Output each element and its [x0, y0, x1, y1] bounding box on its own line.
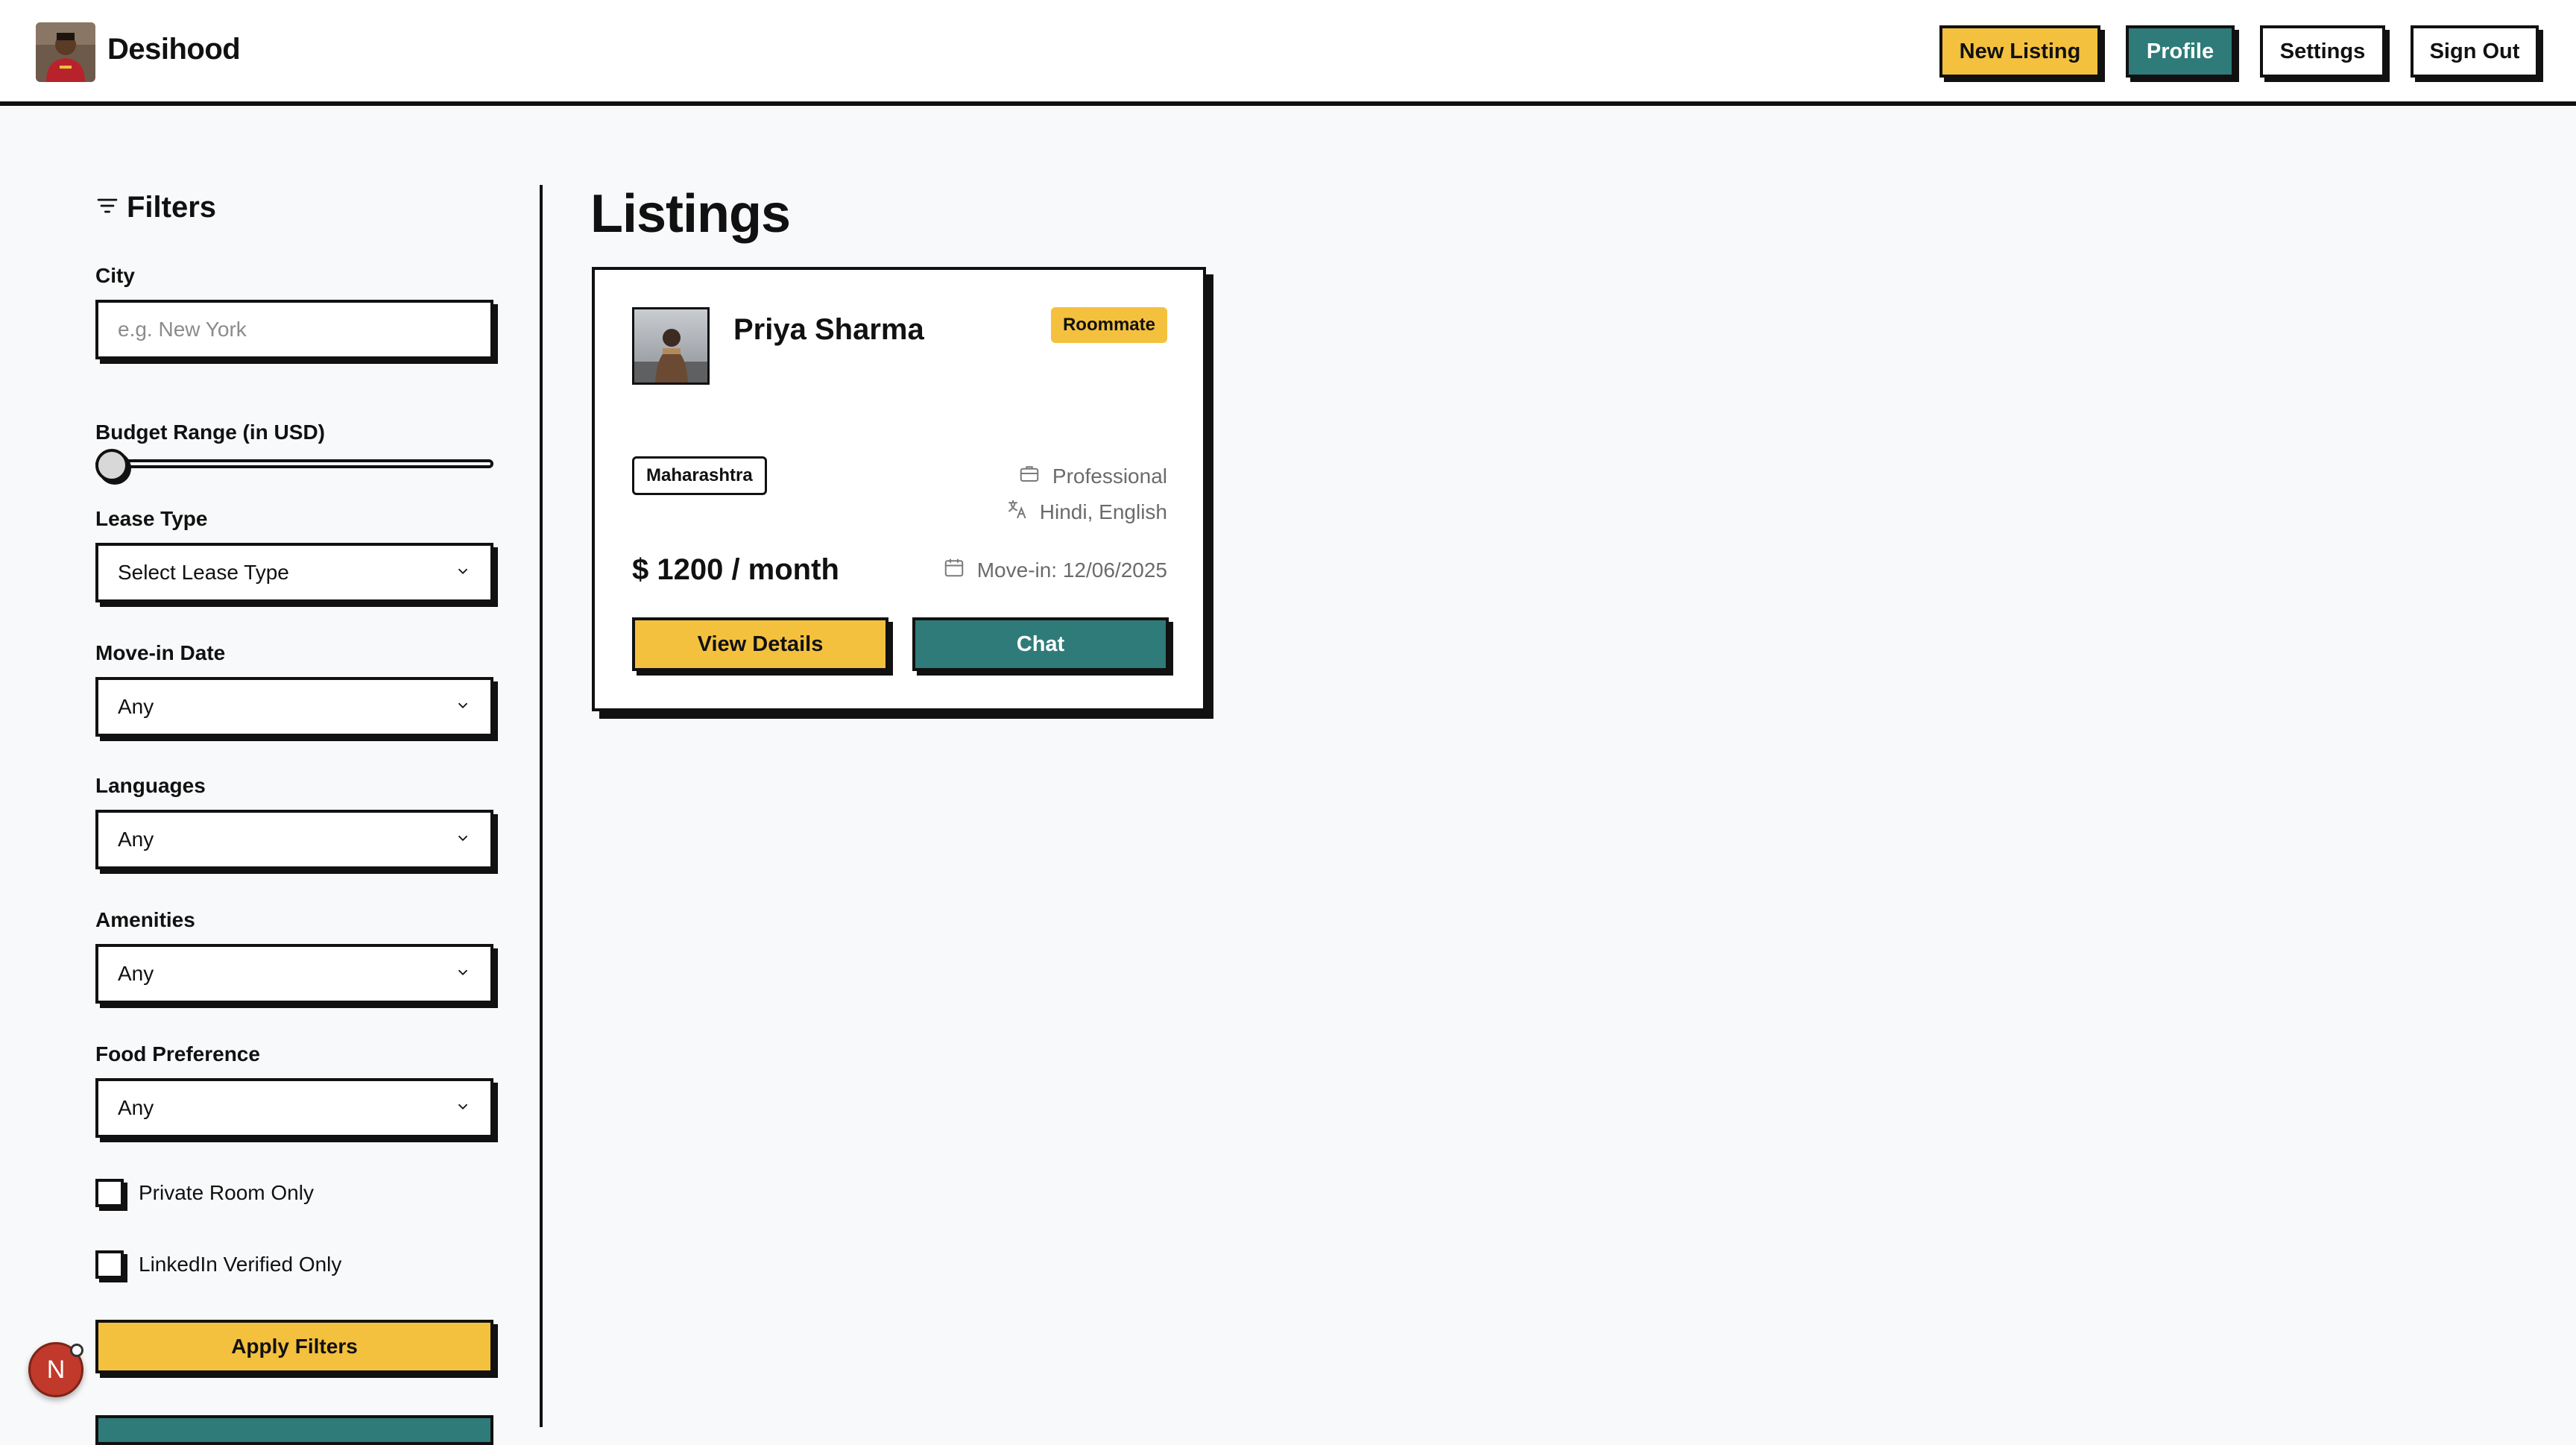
city-input[interactable]: e.g. New York — [95, 300, 493, 359]
languages-text: Hindi, English — [1039, 500, 1167, 523]
private-room-option[interactable]: Private Room Only — [95, 1177, 314, 1209]
city-label: City — [95, 264, 135, 287]
new-listing-button[interactable]: New Listing — [1939, 25, 2100, 78]
filter-icon — [95, 194, 119, 221]
food-label: Food Preference — [95, 1042, 260, 1065]
food-select[interactable]: Any — [95, 1078, 493, 1138]
move-in-select[interactable]: Any — [95, 677, 493, 737]
linkedin-option[interactable]: LinkedIn Verified Only — [95, 1248, 341, 1281]
user-avatar[interactable] — [36, 22, 95, 82]
region-tag: Maharashtra — [632, 456, 767, 495]
calendar-icon — [943, 556, 965, 584]
brand-name[interactable]: Desihood — [107, 33, 241, 66]
briefcase-icon — [1018, 462, 1041, 490]
move-in-label: Move-in Date — [95, 641, 226, 664]
page-title: Listings — [590, 184, 791, 244]
listing-type-badge: Roommate — [1050, 307, 1167, 343]
private-room-label: Private Room Only — [139, 1181, 314, 1204]
translate-icon — [1006, 498, 1028, 526]
chevron-down-icon — [455, 1096, 471, 1120]
lease-type-select[interactable]: Select Lease Type — [95, 543, 493, 602]
lease-type-label: Lease Type — [95, 507, 208, 530]
listing-name[interactable]: Priya Sharma — [733, 313, 924, 347]
amenities-label: Amenities — [95, 908, 195, 931]
listing-photo — [632, 307, 710, 385]
filters-title: Filters — [127, 190, 217, 224]
occupation-text: Professional — [1052, 464, 1167, 488]
view-details-button[interactable]: View Details — [632, 617, 888, 671]
apply-filters-button[interactable]: Apply Filters — [95, 1320, 493, 1373]
listing-price: $ 1200 / month — [632, 553, 839, 586]
languages-info: Hindi, English — [1006, 498, 1167, 526]
profile-button[interactable]: Profile — [2126, 25, 2235, 78]
amenities-value: Any — [118, 962, 154, 985]
private-room-checkbox[interactable] — [95, 1179, 124, 1207]
linkedin-checkbox[interactable] — [95, 1250, 124, 1279]
languages-select[interactable]: Any — [95, 810, 493, 869]
occupation-info: Professional — [1018, 462, 1167, 490]
secondary-filter-button[interactable] — [95, 1415, 493, 1445]
filters-heading: Filters — [95, 188, 216, 227]
languages-label: Languages — [95, 774, 206, 797]
chevron-down-icon — [455, 962, 471, 986]
top-header: Desihood New Listing Profile Settings Si… — [0, 0, 2576, 106]
listing-card: Priya Sharma Roommate Maharashtra Profes… — [592, 267, 1206, 711]
budget-label: Budget Range (in USD) — [95, 421, 325, 444]
move-in-info: Move-in: 12/06/2025 — [943, 556, 1167, 584]
budget-slider-thumb[interactable] — [95, 449, 128, 482]
move-in-value: Any — [118, 695, 154, 718]
chevron-down-icon — [455, 561, 471, 585]
city-placeholder: e.g. New York — [118, 318, 247, 341]
settings-button[interactable]: Settings — [2260, 25, 2385, 78]
lease-type-value: Select Lease Type — [118, 561, 289, 584]
budget-slider-track[interactable] — [95, 459, 493, 468]
languages-value: Any — [118, 828, 154, 851]
chat-button[interactable]: Chat — [912, 617, 1169, 671]
move-in-text: Move-in: 12/06/2025 — [976, 558, 1167, 582]
notification-dot — [70, 1344, 83, 1357]
chevron-down-icon — [455, 695, 471, 719]
sign-out-button[interactable]: Sign Out — [2411, 25, 2539, 78]
linkedin-label: LinkedIn Verified Only — [139, 1253, 342, 1276]
chevron-down-icon — [455, 828, 471, 851]
food-value: Any — [118, 1096, 154, 1119]
sidebar-divider — [540, 185, 543, 1427]
amenities-select[interactable]: Any — [95, 944, 493, 1004]
